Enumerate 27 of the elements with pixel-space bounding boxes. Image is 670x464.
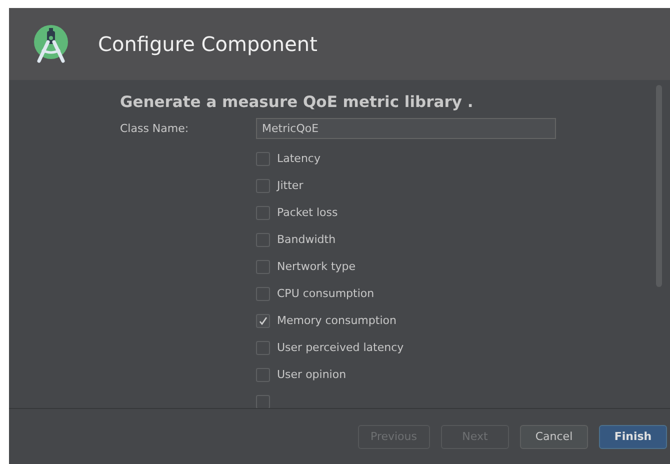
option-label: Latency [277, 152, 320, 165]
checkbox[interactable] [256, 286, 270, 300]
option-label: Memory consumption [277, 314, 396, 327]
checkbox[interactable] [256, 368, 270, 382]
option-label: User opinion [277, 368, 346, 381]
wizard-button[interactable]: Finish [599, 424, 667, 448]
option-label: CPU consumption [277, 287, 374, 300]
option-label: Packet loss [277, 206, 338, 219]
field-label: Class Name: [120, 122, 190, 135]
checkbox[interactable] [256, 314, 270, 328]
form-heading: Generate a measure QoE metric library . [120, 93, 474, 111]
option-label: Jitter [277, 179, 304, 192]
option-label: Bandwidth [277, 233, 336, 246]
checkbox[interactable] [256, 178, 270, 192]
wizard-button[interactable]: Cancel [520, 424, 588, 448]
option-label: Nertwork type [277, 260, 356, 273]
window-title: Configure Component [98, 32, 318, 56]
option-label: User perceived latency [277, 341, 404, 354]
class-name-field[interactable]: MetricQoE [256, 118, 556, 139]
checkbox[interactable] [256, 260, 270, 274]
app-logo-icon [32, 24, 70, 64]
checkbox[interactable] [256, 340, 270, 354]
checkbox[interactable] [256, 232, 270, 246]
check-icon [258, 316, 268, 326]
checkbox[interactable] [256, 152, 270, 166]
checkbox[interactable] [256, 206, 270, 220]
checkbox[interactable] [256, 394, 270, 408]
